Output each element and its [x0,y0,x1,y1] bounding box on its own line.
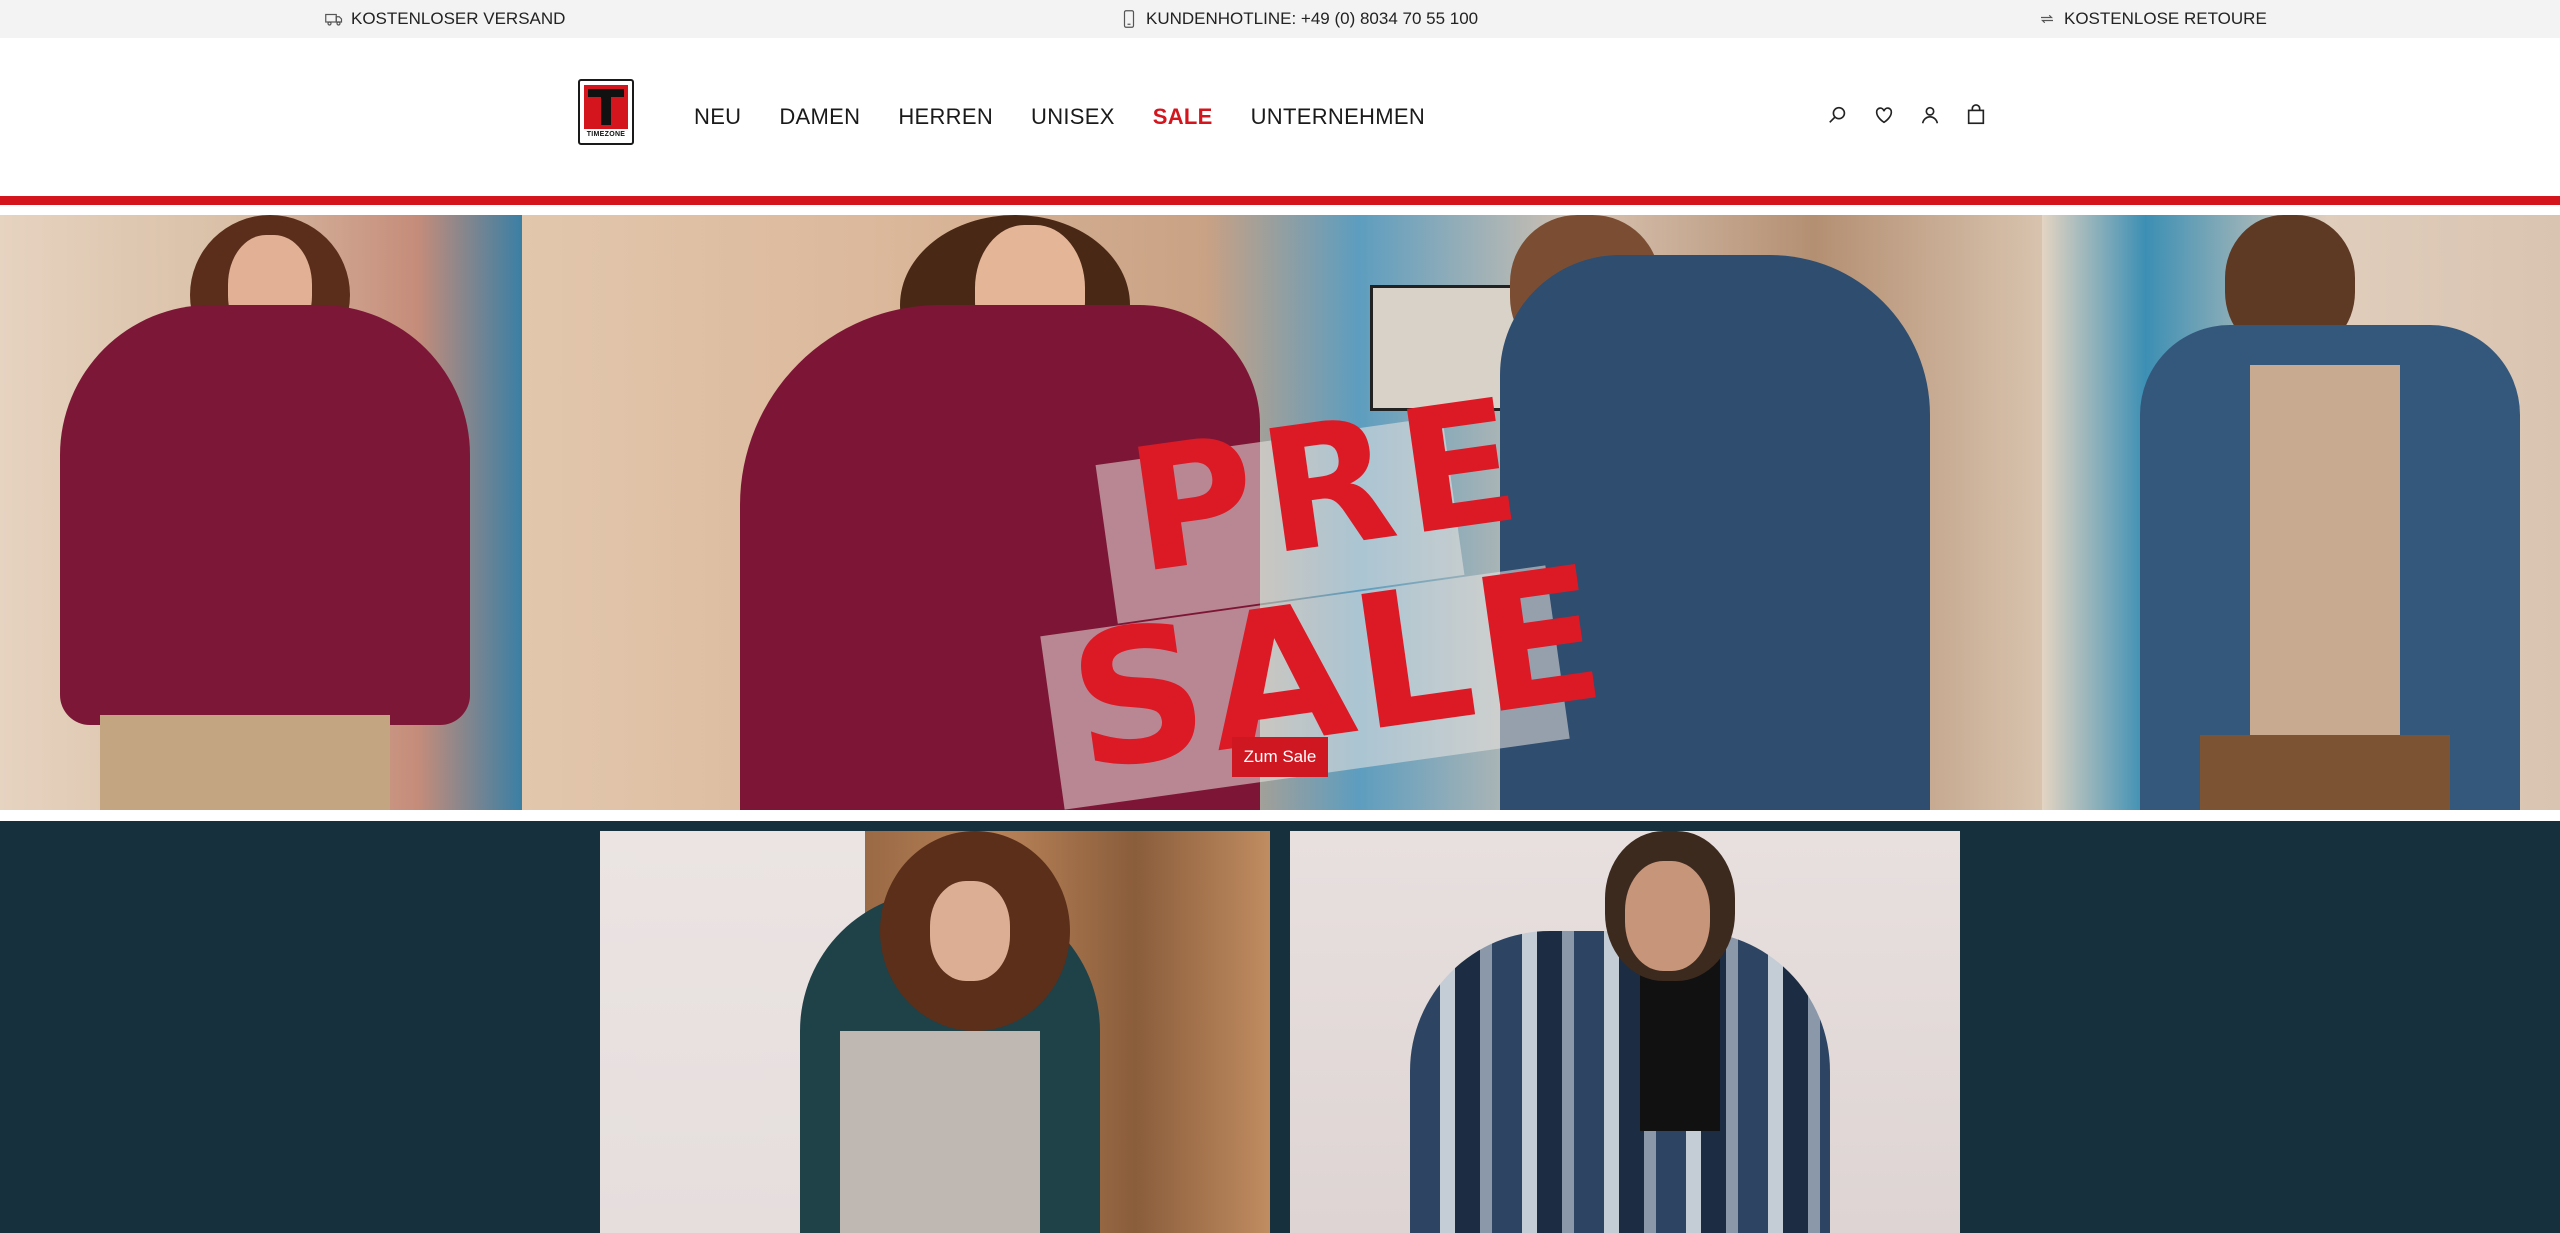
model-plaid-shirt [1410,931,1830,1233]
hotline-notice[interactable]: KUNDENHOTLINE: +49 (0) 8034 70 55 100 [1120,0,1478,38]
free-returns-label: KOSTENLOSE RETOURE [2064,9,2267,28]
return-arrows-icon [2041,14,2053,24]
user-icon [1921,106,1939,124]
nav-item-neu[interactable]: NEU [694,104,741,130]
nav-item-herren[interactable]: HERREN [898,104,993,130]
logo-t-stem [601,95,611,125]
truck-icon [325,13,343,26]
wishlist-button[interactable] [1872,103,1896,127]
model-pants-left [100,715,390,810]
nav-item-sale[interactable]: SALE [1153,104,1213,130]
phone-icon [1123,10,1135,28]
model-hoodie [840,1031,1040,1233]
header-accent-line [0,196,2560,205]
site-header: TIMEZONE NEU DAMEN HERREN UNISEX SALE UN… [0,38,2560,196]
zum-sale-button[interactable]: Zum Sale [1232,737,1328,777]
nav-item-unisex[interactable]: UNISEX [1031,104,1115,130]
free-returns-notice: KOSTENLOSE RETOURE [2038,0,2267,38]
account-button[interactable] [1918,103,1942,127]
category-tile-men[interactable] [1290,831,1960,1233]
nav-item-damen[interactable]: DAMEN [779,104,860,130]
search-icon [1829,106,1846,123]
main-navigation: NEU DAMEN HERREN UNISEX SALE UNTERNEHMEN [694,38,1463,196]
service-bar: KOSTENLOSER VERSAND KUNDENHOTLINE: +49 (… [0,0,2560,38]
timezone-logo[interactable]: TIMEZONE [578,79,634,145]
header-actions [1826,100,1988,130]
bag-icon [1967,104,1985,125]
category-section [0,821,2560,1233]
nav-item-unternehmen[interactable]: UNTERNEHMEN [1251,104,1425,130]
cart-button[interactable] [1964,103,1988,127]
search-button[interactable] [1826,103,1850,127]
model-face [1625,861,1710,971]
hotline-label: KUNDENHOTLINE: +49 (0) 8034 70 55 100 [1146,9,1479,28]
free-shipping-notice: KOSTENLOSER VERSAND [325,0,565,38]
model-sweater-left [60,305,470,725]
model-pants-right [2200,735,2450,810]
heart-icon [1875,107,1893,124]
model-face [930,881,1010,981]
free-shipping-label: KOSTENLOSER VERSAND [351,9,566,28]
logo-wordmark: TIMEZONE [586,131,626,138]
category-tile-women[interactable] [600,831,1270,1233]
